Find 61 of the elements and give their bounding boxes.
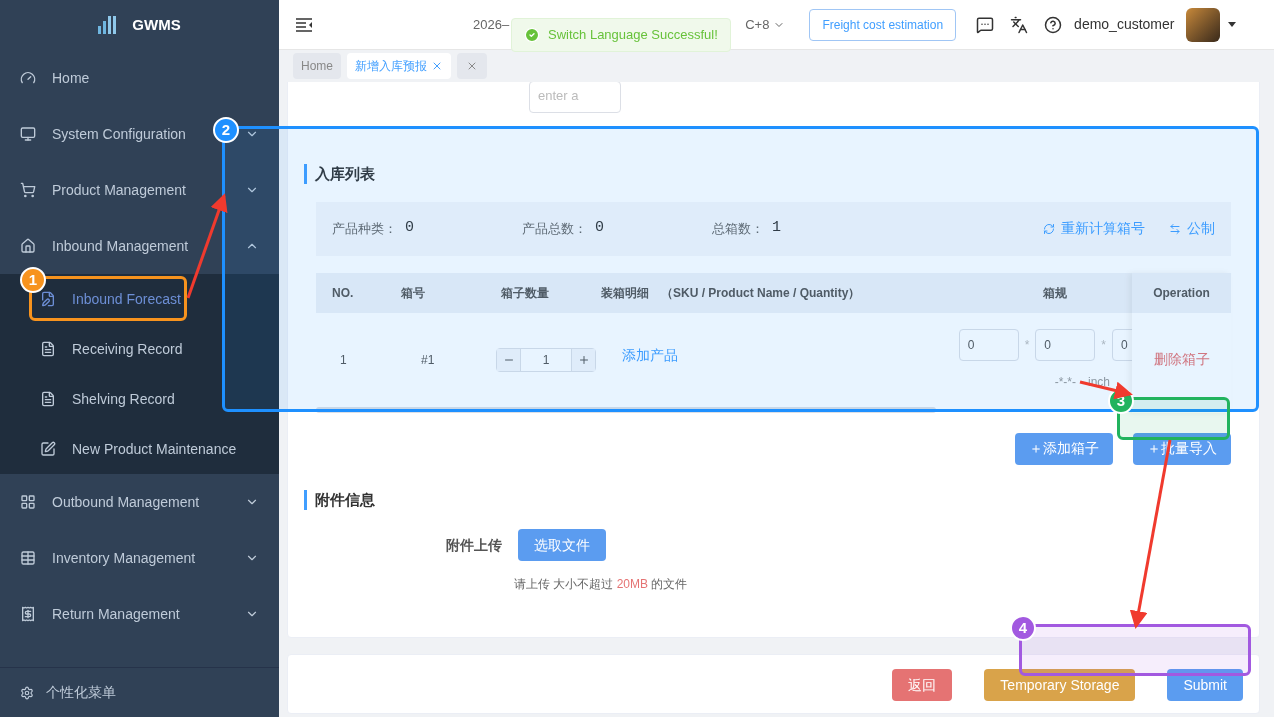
upload-hint: 请上传 大小不超过 20MB 的文件: [514, 576, 689, 593]
cart-icon: [20, 182, 36, 198]
house-icon: [20, 238, 36, 254]
timezone-text[interactable]: C+8: [745, 14, 786, 35]
summary-value: 0: [595, 218, 604, 239]
section-title: 入库列表: [315, 164, 375, 184]
table-cell-text: #1: [420, 351, 436, 369]
caret-down-icon[interactable]: [1228, 22, 1237, 27]
submenu-item[interactable]: Shelving Record: [72, 388, 175, 410]
section-title: 附件信息: [315, 489, 375, 510]
table-icon: [20, 550, 36, 566]
multiply-sign: *: [1024, 336, 1030, 354]
table-cell-text: 1: [339, 351, 348, 369]
summary-label: 总箱数：: [712, 219, 764, 238]
sidebar-menu-item[interactable]: Inbound Management: [52, 235, 189, 257]
submenu-item[interactable]: Receiving Record: [72, 338, 183, 360]
help-icon[interactable]: [1044, 15, 1063, 34]
table-header: NO. 箱号 箱子数量 装箱明细 （SKU / Product Name / Quantity） 箱规: [316, 272, 1132, 313]
file-pen-icon: [40, 291, 56, 307]
submenu-item[interactable]: New Product Maintenance: [72, 438, 237, 460]
close-icon: [466, 60, 478, 72]
dimension-field[interactable]: 0: [958, 328, 1019, 361]
multiply-sign: *: [1101, 336, 1106, 354]
summary-label: 产品总数：: [522, 219, 587, 238]
sidebar-menu-item[interactable]: Return Management: [52, 603, 180, 625]
plus-icon[interactable]: [577, 353, 590, 366]
dimension-text: -*-*-: [1054, 373, 1076, 391]
success-icon: [524, 27, 540, 43]
sidebar-menu-item[interactable]: Home: [52, 67, 90, 89]
field-label: 附件上传: [446, 535, 502, 555]
monitor-icon: [20, 126, 36, 142]
avatar[interactable]: [1186, 7, 1221, 42]
message-icon[interactable]: [976, 15, 995, 34]
gauge-icon: [20, 70, 36, 86]
dimension-field[interactable]: 0: [1035, 328, 1096, 361]
summary-label: 产品种类：: [332, 219, 397, 238]
app-logo-text: GWMS: [132, 14, 181, 35]
settings-icon: [20, 685, 34, 700]
summary-value: 1: [772, 218, 781, 239]
receipt-icon: [20, 606, 36, 622]
translate-icon[interactable]: [1010, 15, 1029, 34]
sidebar-menu-item[interactable]: Inventory Management: [52, 547, 196, 569]
menu-icon[interactable]: [295, 16, 313, 33]
success-toast: Switch Language Successful!: [511, 18, 731, 52]
submenu-item[interactable]: Inbound Forecast: [72, 288, 181, 310]
refresh-icon: [1043, 222, 1055, 235]
remarks-field[interactable]: enter a: [529, 82, 621, 113]
grid-icon: [20, 494, 36, 510]
close-icon[interactable]: [431, 60, 443, 72]
quantity-stepper[interactable]: 1: [496, 347, 596, 372]
date-text: 2026–: [473, 15, 510, 34]
username-text[interactable]: demo_customer: [1074, 14, 1175, 35]
swap-icon: [1169, 222, 1181, 235]
summary-value: 0: [405, 218, 414, 239]
table-header: Operation: [1132, 272, 1231, 313]
document-icon: [40, 341, 56, 357]
sidebar-menu-item[interactable]: System Configuration: [52, 123, 186, 145]
document-icon: [40, 391, 56, 407]
sidebar-menu-item[interactable]: Outbound Management: [52, 491, 200, 513]
edit-icon: [40, 441, 56, 457]
sidebar-menu-item[interactable]: Product Management: [52, 179, 186, 201]
